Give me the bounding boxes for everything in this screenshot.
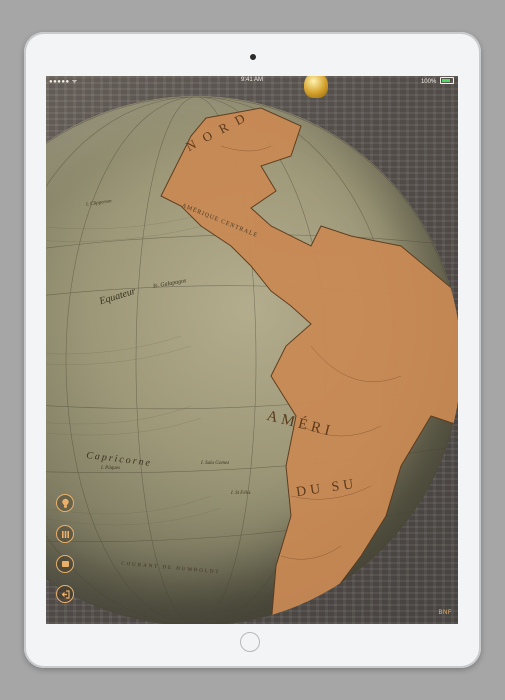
- app-screen: ●●●●● ᯤ 9:41 AM 100% N O R D AMÉRIQUE CE…: [46, 76, 458, 624]
- lightbulb-icon: [61, 498, 69, 508]
- layers-icon: [61, 530, 69, 538]
- credit-label: BNF: [438, 610, 452, 616]
- label-saint-felix: I. St Félix: [231, 491, 251, 496]
- globe-map: [46, 96, 458, 624]
- label-sala-gomez: I. Sala Gomez: [201, 461, 230, 466]
- exit-icon: [61, 589, 70, 599]
- flag-icon: [61, 561, 69, 567]
- globe[interactable]: N O R D AMÉRIQUE CENTRALE I. Clipperton …: [46, 96, 458, 624]
- front-camera: [250, 54, 256, 60]
- home-button[interactable]: [240, 632, 260, 652]
- battery-icon: [440, 77, 454, 84]
- lightbulb-button[interactable]: [56, 494, 74, 512]
- flag-button[interactable]: [56, 555, 74, 573]
- exit-button[interactable]: [56, 585, 74, 603]
- status-bar: ●●●●● ᯤ 9:41 AM 100%: [46, 76, 458, 86]
- status-time: 9:41 AM: [240, 77, 263, 83]
- battery-label: 100%: [420, 79, 437, 85]
- layers-button[interactable]: [56, 525, 74, 543]
- label-paques: I. Pâques: [101, 466, 120, 471]
- battery-indicator: 100%: [421, 77, 454, 85]
